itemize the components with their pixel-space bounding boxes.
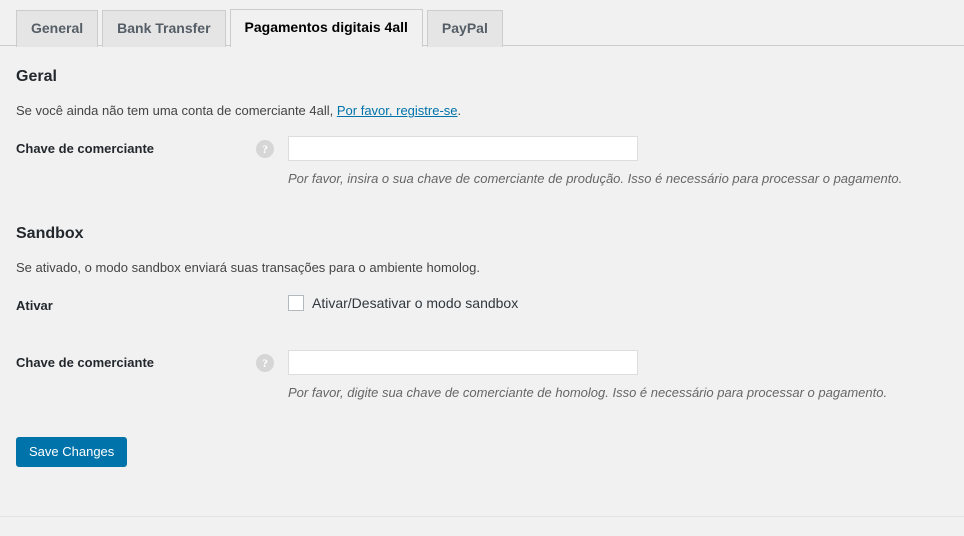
question-mark-icon[interactable]: ?	[256, 353, 274, 372]
save-changes-button[interactable]: Save Changes	[16, 437, 128, 468]
footer-divider	[0, 516, 964, 517]
field-cell-merchant-key-sandbox: ? Por favor, digite sua chave de comerci…	[246, 335, 948, 417]
label-merchant-key-sandbox: Chave de comerciante	[16, 354, 155, 370]
section-description-geral: Se você ainda não tem uma conta de comer…	[16, 101, 948, 121]
section-title-geral: Geral	[16, 68, 57, 85]
tab-list: General Bank Transfer Pagamentos digitai…	[16, 9, 507, 47]
label-merchant-key-production: Chave de comerciante	[16, 140, 155, 156]
label-sandbox-enable: Ativar	[16, 297, 53, 313]
tab-pagamentos-digitais-4all[interactable]: Pagamentos digitais 4all	[229, 9, 423, 47]
tab-paypal[interactable]: PayPal	[426, 10, 503, 47]
geral-description-prefix: Se você ainda não tem uma conta de comer…	[16, 103, 337, 119]
submit-area: Save Changes	[0, 417, 964, 468]
merchant-key-sandbox-description: Por favor, digite sua chave de comercian…	[288, 384, 888, 400]
tab-general[interactable]: General	[16, 10, 99, 47]
geral-fields-table: Chave de comerciante ? Por favor, insira…	[16, 121, 948, 203]
geral-description-suffix: .	[457, 103, 462, 119]
settings-tab-bar: General Bank Transfer Pagamentos digitai…	[0, 0, 964, 47]
field-cell-merchant-key-production: ? Por favor, insira o sua chave de comer…	[246, 121, 948, 203]
section-description-sandbox: Se ativado, o modo sandbox enviará suas …	[16, 260, 480, 276]
field-row-merchant-key-production: Chave de comerciante ? Por favor, insira…	[16, 121, 948, 203]
merchant-key-production-input[interactable]	[288, 135, 638, 161]
question-mark-icon[interactable]: ?	[256, 139, 274, 158]
field-cell-sandbox-enable: Ativar/Desativar o modo sandbox	[246, 278, 948, 335]
tab-bank-transfer[interactable]: Bank Transfer	[102, 10, 226, 47]
merchant-key-sandbox-input[interactable]	[288, 349, 638, 375]
sandbox-fields-table: Ativar Ativar/Desativar o modo sandbox C…	[16, 278, 948, 417]
sandbox-enable-checkbox-label[interactable]: Ativar/Desativar o modo sandbox	[312, 294, 518, 312]
field-row-merchant-key-sandbox: Chave de comerciante ? Por favor, digite…	[16, 335, 948, 417]
settings-form: Geral Se você ainda não tem uma conta de…	[0, 66, 964, 417]
section-title-sandbox: Sandbox	[16, 225, 84, 243]
field-row-sandbox-enable: Ativar Ativar/Desativar o modo sandbox	[16, 278, 948, 335]
merchant-key-production-description: Por favor, insira o sua chave de comerci…	[288, 170, 903, 186]
register-link[interactable]: Por favor, registre-se	[337, 103, 458, 118]
sandbox-enable-checkbox[interactable]	[288, 295, 304, 312]
